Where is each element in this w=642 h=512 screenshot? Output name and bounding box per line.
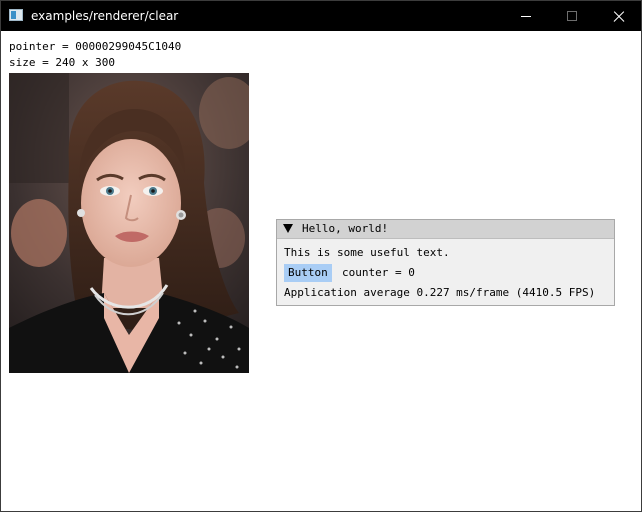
close-icon[interactable] <box>595 1 641 31</box>
imgui-window[interactable]: Hello, world! This is some useful text. … <box>276 219 615 306</box>
texture-image <box>9 73 249 373</box>
fps-text: Application average 0.227 ms/frame (4410… <box>284 286 596 299</box>
minimize-icon[interactable] <box>503 1 549 31</box>
counter-text: counter = 0 <box>342 266 415 279</box>
title-bar[interactable]: examples/renderer/clear <box>1 1 641 31</box>
maximize-icon[interactable] <box>549 1 595 31</box>
window-title: examples/renderer/clear <box>31 9 179 23</box>
render-area: pointer = 00000299045C1040 size = 240 x … <box>1 31 641 511</box>
useful-text: This is some useful text. <box>284 246 450 259</box>
imgui-button[interactable]: Button <box>284 264 332 282</box>
app-window-icon <box>9 9 23 21</box>
pointer-text: pointer = 00000299045C1040 <box>9 40 182 53</box>
imgui-title-bar[interactable]: Hello, world! <box>277 220 614 239</box>
imgui-window-title: Hello, world! <box>302 222 389 235</box>
collapse-arrow-icon[interactable] <box>283 224 293 233</box>
app-window: examples/renderer/clear pointer = 000002… <box>0 0 642 512</box>
size-text: size = 240 x 300 <box>9 56 115 69</box>
